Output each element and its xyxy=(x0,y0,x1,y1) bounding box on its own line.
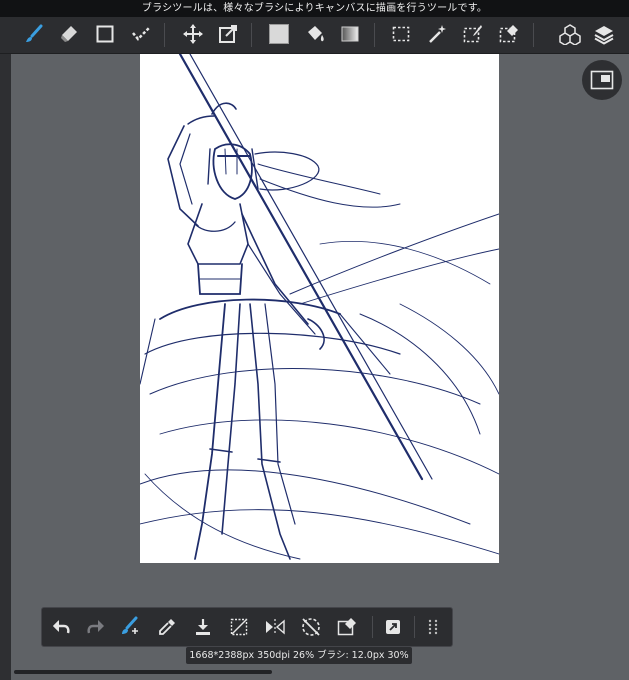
paint-bucket-icon xyxy=(308,26,324,42)
stroke-correction-icon xyxy=(132,27,150,41)
flip-horizontal-icon xyxy=(266,619,285,635)
gradation-tool-button[interactable] xyxy=(335,19,365,49)
brush-tool-button[interactable] xyxy=(19,19,49,49)
left-panel-rail[interactable] xyxy=(0,54,11,680)
tool-hint-text: ブラシツールは、様々なブラシによりキャンバスに描画を行うツールです。 xyxy=(141,3,488,14)
eraser-tool-button[interactable] xyxy=(54,19,84,49)
selection-eraser-icon xyxy=(499,25,518,43)
undo-button[interactable] xyxy=(46,612,76,642)
select-transform-icon xyxy=(337,618,356,636)
square-outline-icon xyxy=(96,25,114,43)
save-button[interactable] xyxy=(188,612,218,642)
layers-button[interactable] xyxy=(589,19,619,49)
clear-canvas-icon xyxy=(230,618,248,636)
materials-button[interactable] xyxy=(555,19,585,49)
brush-settings-icon xyxy=(122,616,138,634)
toolbar-separator xyxy=(164,23,165,47)
cubes-icon xyxy=(559,24,581,45)
move-arrows-icon xyxy=(183,24,203,44)
transform-icon xyxy=(219,25,237,43)
drawing-canvas[interactable] xyxy=(140,54,499,563)
rotate-reset-button[interactable] xyxy=(296,612,326,642)
eyedropper-icon xyxy=(159,619,175,635)
transform-selection-button[interactable] xyxy=(332,612,362,642)
tool-hint-bar: ブラシツールは、様々なブラシによりキャンバスに描画を行うツールです。 xyxy=(0,0,629,17)
toolbar-separator xyxy=(374,23,375,47)
select-tool-button[interactable] xyxy=(386,19,416,49)
eyedropper-button[interactable] xyxy=(152,612,182,642)
select-eraser-tool-button[interactable] xyxy=(494,19,524,49)
sketch-artwork xyxy=(140,54,499,560)
canvas-status-text: 1668*2388px 350dpi 26% ブラシ: 12.0px 30% xyxy=(189,650,409,661)
grid-dots-icon xyxy=(428,619,438,635)
save-download-icon xyxy=(196,619,210,635)
flip-horizontal-button[interactable] xyxy=(260,612,290,642)
move-tool-button[interactable] xyxy=(178,19,208,49)
quick-access-button[interactable] xyxy=(378,612,408,642)
eraser-icon xyxy=(61,26,77,42)
toolbar-separator xyxy=(372,616,373,638)
color-swatch-icon xyxy=(269,24,289,44)
canvas-status-bar: 1668*2388px 350dpi 26% ブラシ: 12.0px 30% xyxy=(186,647,412,664)
correction-tool-button[interactable] xyxy=(126,19,156,49)
undo-icon xyxy=(53,620,70,634)
magic-wand-tool-button[interactable] xyxy=(422,19,452,49)
bottom-toolbar xyxy=(41,607,453,647)
shape-tool-button[interactable] xyxy=(90,19,120,49)
transform-tool-button[interactable] xyxy=(213,19,243,49)
redo-button[interactable] xyxy=(81,612,111,642)
quick-access-icon xyxy=(386,620,400,634)
bucket-tool-button[interactable] xyxy=(300,19,330,49)
navigator-button[interactable] xyxy=(582,60,622,100)
magic-wand-icon xyxy=(429,25,446,43)
more-menu-button[interactable] xyxy=(418,612,448,642)
brush-icon xyxy=(26,24,43,42)
gradient-icon xyxy=(341,26,359,42)
redo-icon xyxy=(87,620,104,634)
top-toolbar xyxy=(0,17,629,54)
clear-canvas-button[interactable] xyxy=(224,612,254,642)
fill-color-button[interactable] xyxy=(264,19,294,49)
select-pen-tool-button[interactable] xyxy=(458,19,488,49)
scrollbar-thumb[interactable] xyxy=(14,670,272,674)
toolbar-separator xyxy=(533,23,534,47)
selection-pen-icon xyxy=(463,25,482,43)
rotate-reset-icon xyxy=(302,618,320,636)
brush-settings-button[interactable] xyxy=(116,612,146,642)
toolbar-separator xyxy=(414,616,415,638)
marquee-select-icon xyxy=(392,26,410,42)
layers-icon xyxy=(594,26,614,45)
navigator-icon xyxy=(590,70,614,90)
toolbar-separator xyxy=(251,23,252,47)
